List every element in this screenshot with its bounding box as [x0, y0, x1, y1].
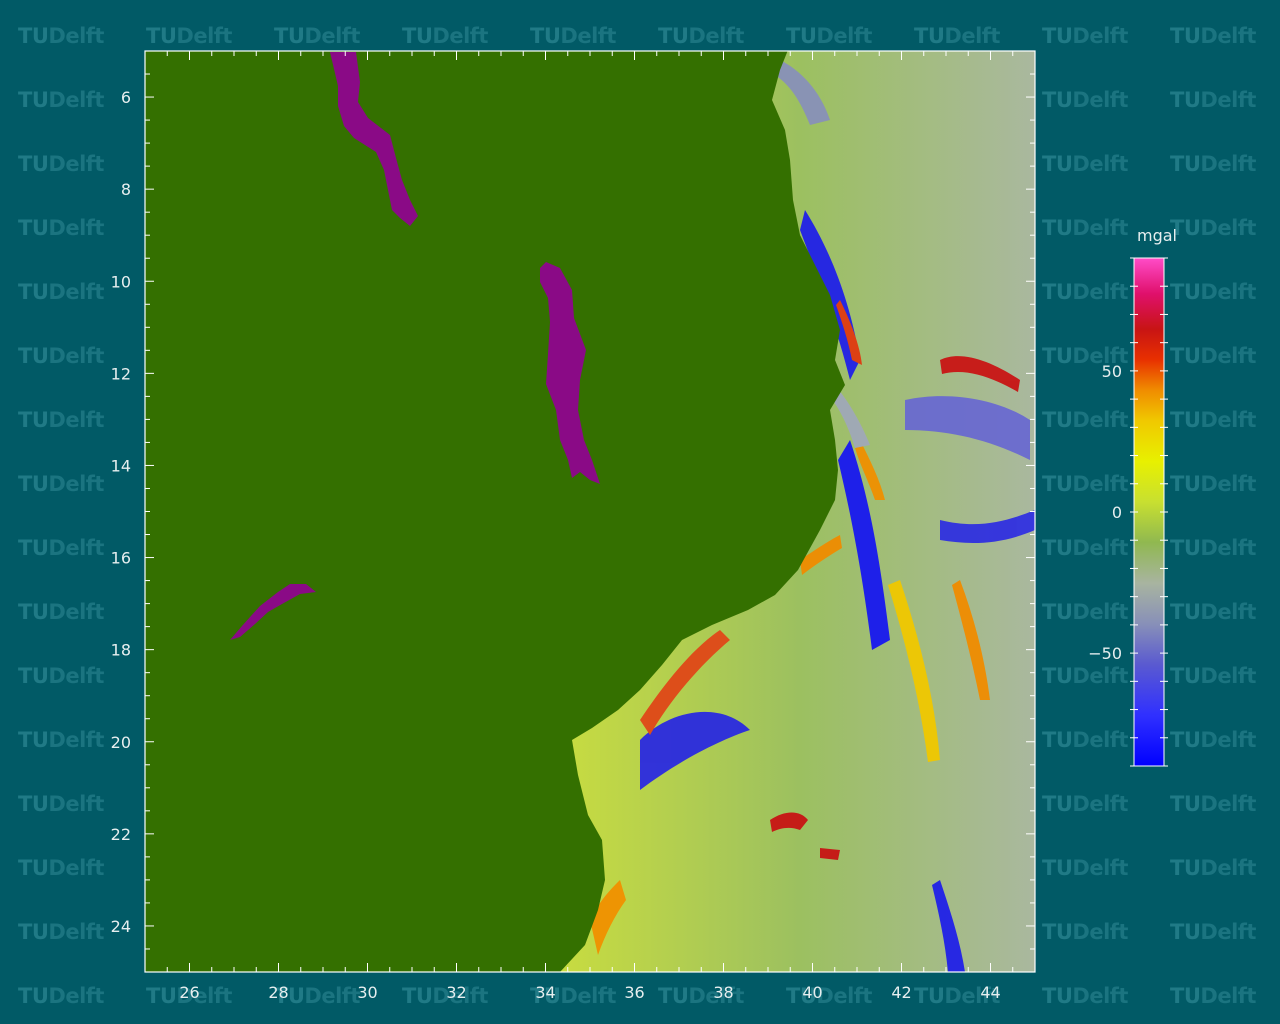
y-tick-label: 24 — [111, 917, 131, 936]
colorbar-gradient — [1133, 257, 1165, 767]
x-tick-label: 38 — [713, 983, 733, 1002]
y-tick-label: 18 — [111, 641, 131, 660]
y-tick-label: 6 — [121, 88, 131, 107]
x-tick-label: 44 — [980, 983, 1000, 1002]
y-tick-label: 8 — [121, 180, 131, 199]
x-tick-label: 30 — [357, 983, 377, 1002]
y-tick-label: 20 — [111, 733, 131, 752]
colorbar-tick-label: 50 — [1102, 362, 1122, 381]
y-tick-label: 22 — [111, 825, 131, 844]
x-tick-label: 40 — [802, 983, 822, 1002]
x-tick-label: 36 — [624, 983, 644, 1002]
colorbar-title: mgal — [1137, 226, 1177, 245]
colorbar-tick-label: 0 — [1112, 503, 1122, 522]
y-tick-label: 14 — [111, 456, 131, 475]
x-tick-label: 28 — [268, 983, 288, 1002]
colorbar-legend: 50 0 −50 — [1088, 257, 1168, 767]
colorbar-tick-label: −50 — [1088, 644, 1122, 663]
x-tick-label: 26 — [179, 983, 199, 1002]
x-tick-label: 32 — [446, 983, 466, 1002]
y-tick-label: 12 — [111, 364, 131, 383]
x-tick-label: 34 — [535, 983, 555, 1002]
y-tick-label: 10 — [111, 272, 131, 291]
y-tick-label: 16 — [111, 549, 131, 568]
gravity-anomaly-map: 26 28 30 32 34 36 38 40 42 44 681012141618202224 … — [111, 50, 1168, 1002]
x-tick-label: 42 — [891, 983, 911, 1002]
